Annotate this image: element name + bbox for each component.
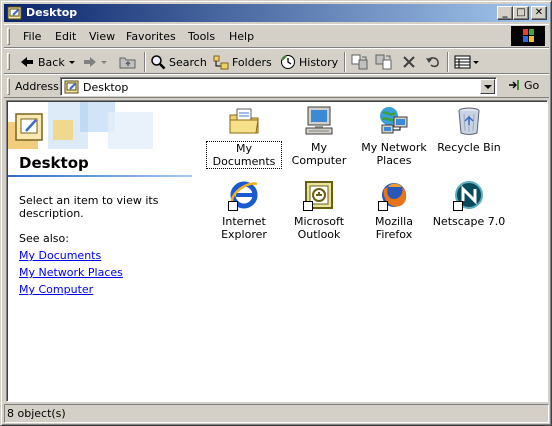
close-button[interactable]: ✕ [531,6,547,20]
status-pane: 8 object(s) [4,404,549,423]
windows-logo [511,26,545,46]
desktop-item-recycle-bin[interactable]: Recycle Bin [431,105,507,154]
address-value: Desktop [83,81,129,94]
address-grip[interactable] [7,78,10,95]
undo-icon [426,57,439,68]
history-button[interactable]: History [280,53,338,71]
views-button[interactable] [454,53,480,71]
desktop-item-mozilla-firefox[interactable]: Mozilla Firefox [356,179,432,241]
menu-bar: File Edit View Favorites Tools Help [4,24,549,48]
maximize-button[interactable]: □ [513,6,529,20]
desktop-item-label: Netscape 7.0 [432,215,506,228]
webview-description: Select an item to view its description. [19,194,159,220]
folder-view[interactable]: Desktop Select an item to view its descr… [6,100,548,402]
search-icon [151,55,166,70]
go-label: Go [524,78,540,92]
forward-dropdown-icon [101,61,107,64]
forward-button[interactable] [82,53,109,71]
recycle-bin-icon [458,107,480,135]
desktop-icon [64,80,79,94]
title-bar[interactable]: Desktop _ □ ✕ [4,4,549,22]
address-label: Address [15,80,59,93]
windows-flag-icon [523,29,534,42]
my-documents-icon [229,108,259,134]
search-label: Search [169,55,207,69]
desktop-icon [7,6,22,20]
up-folder-button[interactable] [119,53,137,71]
menu-favorites[interactable]: Favorites [126,30,176,43]
network-places-icon [380,107,408,134]
delete-x-icon [403,56,415,68]
desktop-item-label: Microsoft Outlook [293,215,345,241]
menu-edit[interactable]: Edit [55,30,76,43]
history-label: History [299,55,339,69]
move-to-icon [351,54,368,70]
toolbar-separator [447,52,449,72]
back-dropdown-icon [68,61,75,64]
menu-file[interactable]: File [23,30,41,43]
desktop-item-label: My Network Places [361,141,427,167]
folders-button[interactable]: Folders [213,53,272,71]
back-button[interactable]: Back [19,53,77,71]
toolbar-separator [144,52,146,72]
desktop-item-label: Internet Explorer [221,215,267,241]
shortcut-arrow-icon [378,201,388,211]
desktop-item-my-documents[interactable]: My Documents [206,105,282,169]
desktop-item-label: Mozilla Firefox [375,215,413,241]
desktop-item-label: My Computer [291,141,347,167]
shortcut-arrow-icon [228,201,238,211]
up-folder-icon [119,57,136,69]
forward-arrow-icon [84,57,96,67]
folders-label: Folders [232,55,272,69]
desktop-item-label: Recycle Bin [437,141,501,154]
link-my-computer[interactable]: My Computer [19,283,93,296]
menu-grip[interactable] [7,28,10,45]
back-label: Back [38,55,65,69]
desktop-item-my-network-places[interactable]: My Network Places [356,105,432,167]
standard-toolbar: Back Search Folders History [4,48,549,74]
toolbar-grip[interactable] [7,53,10,70]
back-arrow-icon [21,57,33,67]
desktop-item-label: My Documents [206,141,282,169]
history-icon [281,55,295,69]
desktop-item-internet-explorer[interactable]: Internet Explorer [206,179,282,241]
window-title: Desktop [26,6,78,19]
move-to-button[interactable] [351,53,369,71]
webview-title-rule [8,175,192,177]
webview-banner-graphic [8,102,193,149]
search-button[interactable]: Search [150,53,207,71]
views-icon [454,55,471,69]
menu-help[interactable]: Help [229,30,254,43]
see-also-label: See also: [19,232,69,245]
desktop-item-microsoft-outlook[interactable]: Microsoft Outlook [281,179,357,241]
address-dropdown-button[interactable] [480,79,495,94]
address-input[interactable]: Desktop [60,77,497,96]
menu-tools[interactable]: Tools [188,30,215,43]
address-bar: Address Desktop Go [4,74,549,98]
menu-view[interactable]: View [89,30,115,43]
link-my-documents[interactable]: My Documents [19,249,101,262]
explorer-window: Desktop _ □ ✕ File Edit View Favorites T… [0,0,552,426]
my-computer-icon [305,106,333,135]
views-dropdown-icon [473,61,479,64]
desktop-item-netscape[interactable]: Netscape 7.0 [431,179,507,228]
toolbar-separator [344,52,346,72]
copy-to-icon [375,54,392,70]
go-arrow-icon [509,80,519,90]
status-bar: 8 object(s) [4,404,549,423]
undo-button[interactable] [424,53,442,71]
delete-button[interactable] [401,53,417,71]
minimize-button[interactable]: _ [497,6,513,20]
webview-title: Desktop [19,154,89,172]
link-my-network-places[interactable]: My Network Places [19,266,123,279]
go-button[interactable]: Go [507,78,539,92]
desktop-item-my-computer[interactable]: My Computer [281,105,357,167]
shortcut-arrow-icon [303,201,313,211]
webview-panel: Desktop Select an item to view its descr… [7,101,193,401]
copy-to-button[interactable] [375,53,393,71]
shortcut-arrow-icon [453,201,463,211]
status-text: 8 object(s) [7,407,66,420]
folders-icon [213,55,229,70]
